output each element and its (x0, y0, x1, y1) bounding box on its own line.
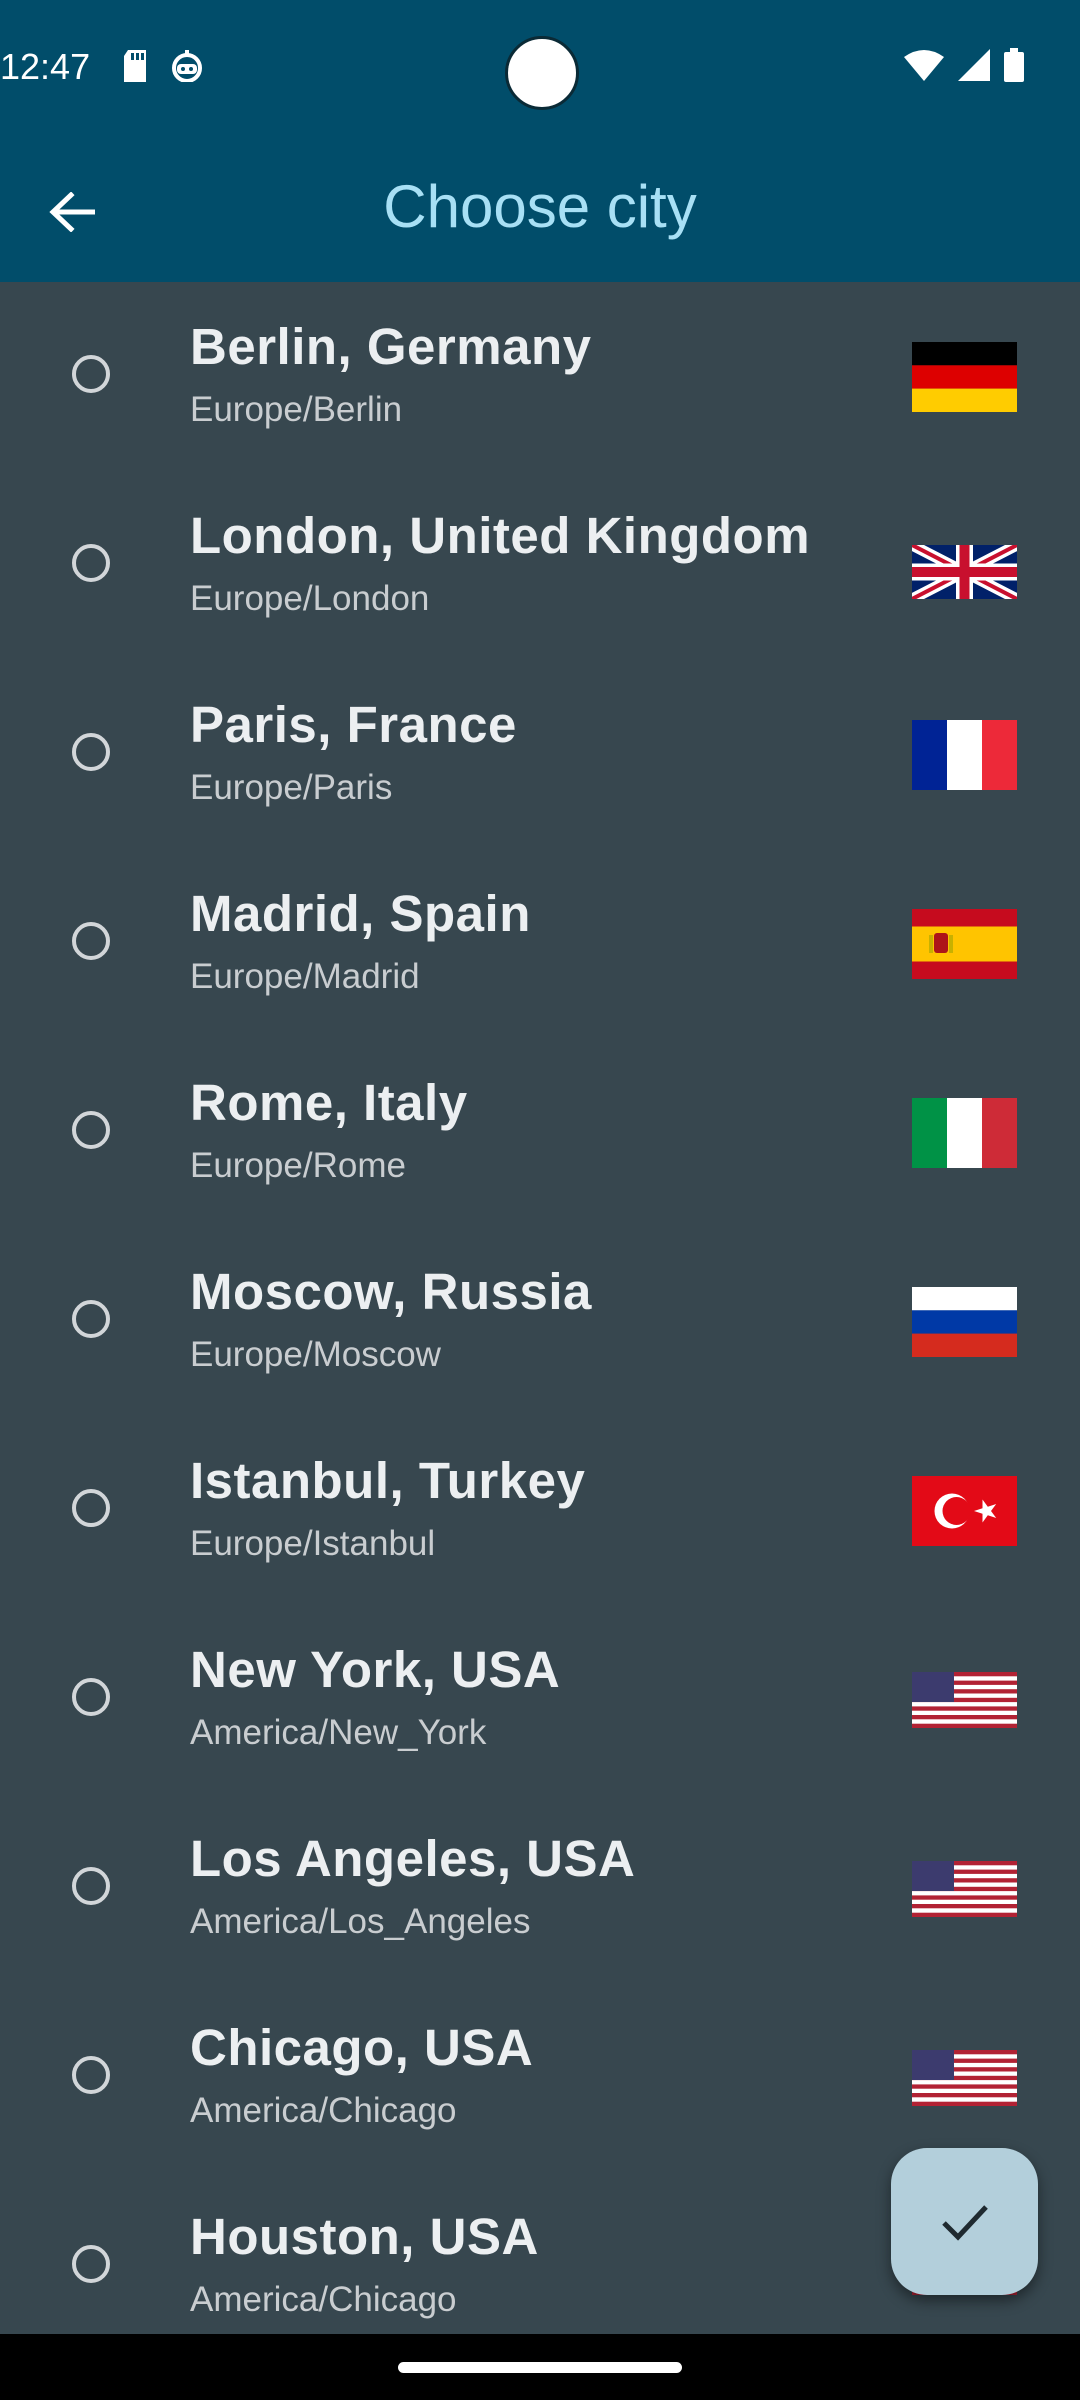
radio-button[interactable] (72, 1489, 110, 1527)
time-zone: Europe/Madrid (190, 957, 420, 996)
status-right-icons (904, 48, 1024, 82)
page-title: Choose city (383, 173, 697, 240)
usa-flag-icon (912, 1672, 1017, 1728)
radio-button[interactable] (72, 1867, 110, 1905)
time-zone: Europe/Paris (190, 768, 393, 807)
spain-flag-icon (912, 909, 1017, 979)
time-zone: America/New_York (190, 1713, 487, 1752)
time-zone: Europe/London (190, 579, 430, 618)
time-zone: America/Chicago (190, 2091, 457, 2130)
confirm-fab-button[interactable] (891, 2148, 1038, 2295)
city-row-new-york[interactable]: New York, USA America/New_York (0, 1605, 1080, 1794)
france-flag-icon (912, 720, 1017, 790)
signal-icon (958, 49, 990, 81)
city-row-moscow[interactable]: Moscow, Russia Europe/Moscow (0, 1227, 1080, 1416)
time-zone: America/Chicago (190, 2280, 457, 2319)
time-zone: Europe/Berlin (190, 390, 403, 429)
city-name: London, United Kingdom (190, 507, 811, 564)
city-row-rome[interactable]: Rome, Italy Europe/Rome (0, 1038, 1080, 1227)
city-name: New York, USA (190, 1641, 561, 1698)
city-row-chicago[interactable]: Chicago, USA America/Chicago (0, 1983, 1080, 2172)
time-zone: Europe/Istanbul (190, 1524, 436, 1563)
radio-button[interactable] (72, 544, 110, 582)
uk-flag-icon (912, 545, 1017, 599)
radio-button[interactable] (72, 733, 110, 771)
russia-flag-icon (912, 1287, 1017, 1357)
radio-button[interactable] (72, 922, 110, 960)
app-bar: Choose city (0, 140, 1080, 282)
city-row-los-angeles[interactable]: Los Angeles, USA America/Los_Angeles (0, 1794, 1080, 1983)
time-zone: America/Los_Angeles (190, 1902, 531, 1941)
check-icon (941, 2204, 988, 2241)
status-time: 12:47 (0, 46, 91, 87)
city-row-madrid[interactable]: Madrid, Spain Europe/Madrid (0, 849, 1080, 1038)
sd-card-icon (124, 50, 146, 82)
germany-flag-icon (912, 342, 1017, 412)
city-name: Paris, France (190, 696, 517, 753)
radio-button[interactable] (72, 2245, 110, 2283)
usa-flag-icon (912, 2050, 1017, 2106)
italy-flag-icon (912, 1098, 1017, 1168)
city-name: Istanbul, Turkey (190, 1452, 586, 1509)
turkey-flag-icon (912, 1476, 1017, 1546)
camera-cutout (505, 36, 579, 110)
time-zone: Europe/Rome (190, 1146, 406, 1185)
city-name: Moscow, Russia (190, 1263, 592, 1320)
city-name: Houston, USA (190, 2208, 539, 2265)
status-bar: 12:47 (0, 0, 1080, 140)
battery-icon (1004, 48, 1024, 82)
radio-button[interactable] (72, 2056, 110, 2094)
city-name: Rome, Italy (190, 1074, 468, 1131)
city-name: Berlin, Germany (190, 318, 592, 375)
city-row-london[interactable]: London, United Kingdom Europe/London (0, 471, 1080, 660)
navigation-bar (0, 2334, 1080, 2400)
radio-button[interactable] (72, 1678, 110, 1716)
home-indicator[interactable] (398, 2362, 682, 2373)
status-left-icons (122, 50, 204, 82)
wifi-icon (904, 50, 944, 81)
city-row-berlin[interactable]: Berlin, Germany Europe/Berlin (0, 282, 1080, 471)
radio-button[interactable] (72, 355, 110, 393)
robot-icon (172, 50, 202, 82)
city-name: Los Angeles, USA (190, 1830, 636, 1887)
city-row-paris[interactable]: Paris, France Europe/Paris (0, 660, 1080, 849)
radio-button[interactable] (72, 1300, 110, 1338)
radio-button[interactable] (72, 1111, 110, 1149)
usa-flag-icon (912, 1861, 1017, 1917)
city-list: Berlin, Germany Europe/Berlin London, Un… (0, 282, 1080, 2334)
time-zone: Europe/Moscow (190, 1335, 441, 1374)
city-row-istanbul[interactable]: Istanbul, Turkey Europe/Istanbul (0, 1416, 1080, 1605)
city-name: Madrid, Spain (190, 885, 531, 942)
city-name: Chicago, USA (190, 2019, 534, 2076)
